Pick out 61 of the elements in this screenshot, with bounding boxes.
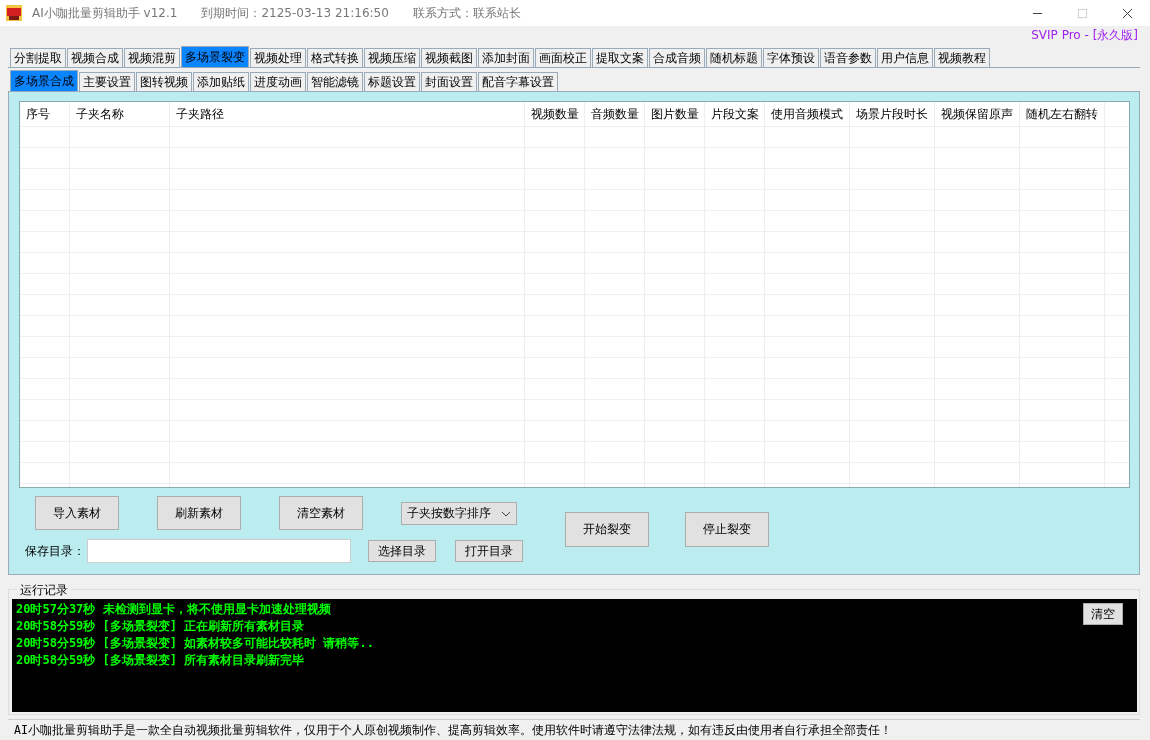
tab[interactable]: 提取文案 [592,48,648,67]
column-header[interactable]: 序号 [20,102,70,126]
status-bar: AI小咖批量剪辑助手是一款全自动视频批量剪辑软件，仅用于个人原创视频制作、提高剪辑效率。使用软件时请遵守法律法规，如有违反由使用者自行承担全部责任！ [8,719,1140,740]
material-button[interactable]: 导入素材 [35,496,119,530]
license-label: SVIP Pro - [永久版] [1031,27,1138,44]
tab[interactable]: 视频混剪 [124,48,180,67]
column-header[interactable]: 场景片段时长 [850,102,935,126]
material-button[interactable]: 刷新素材 [157,496,241,530]
column-header[interactable]: 子夹名称 [70,102,170,126]
column-header[interactable]: 视频保留原声 [935,102,1020,126]
tab[interactable]: 合成音频 [649,48,705,67]
column-header[interactable]: 视频数量 [525,102,585,126]
subtab[interactable]: 配音字幕设置 [478,72,558,91]
tab[interactable]: 随机标题 [706,48,762,67]
column-header[interactable]: 子夹路径 [170,102,525,126]
subtab[interactable]: 多场景合成 [10,70,78,91]
action-button[interactable]: 停止裂变 [685,512,769,547]
subtab[interactable]: 添加贴纸 [193,72,249,91]
column-header[interactable]: 片段文案 [705,102,765,126]
log-line: 20时58分59秒 [多场景裂变] 所有素材目录刷新完毕 [16,652,305,669]
log-line: 20时58分59秒 [多场景裂变] 正在刷新所有素材目录 [16,618,305,635]
tab[interactable]: 多场景裂变 [181,46,249,67]
directory-button[interactable]: 打开目录 [455,540,523,562]
subtab[interactable]: 进度动画 [250,72,306,91]
log-line: 20时58分59秒 [多场景裂变] 如素材较多可能比较耗时 请稍等.. [16,635,374,652]
subtab[interactable]: 标题设置 [364,72,420,91]
column-header[interactable]: 图片数量 [645,102,705,126]
save-dir-label: 保存目录： [25,542,86,560]
tab[interactable]: 分割提取 [10,48,66,67]
tab[interactable]: 语音参数 [820,48,876,67]
subtab[interactable]: 封面设置 [421,72,477,91]
tab[interactable]: 视频处理 [250,48,306,67]
tab[interactable]: 格式转换 [307,48,363,67]
tab[interactable]: 画面校正 [535,48,591,67]
tab[interactable]: 字体预设 [763,48,819,67]
app-logo-icon [6,5,22,21]
subtab[interactable]: 图转视频 [136,72,192,91]
tab[interactable]: 视频截图 [421,48,477,67]
tab[interactable]: 视频合成 [67,48,123,67]
window-title: AI小咖批量剪辑助手 v12.1 [32,4,178,22]
contact-info: 联系方式：联系站长 [412,4,521,22]
tab[interactable]: 视频教程 [934,48,990,67]
tab[interactable]: 视频压缩 [364,48,420,67]
action-button[interactable]: 开始裂变 [565,512,649,547]
column-header[interactable]: 随机左右翻转 [1020,102,1105,126]
expiry-time: 到期时间：2125-03-13 21:16:50 [201,4,389,22]
close-icon[interactable] [1122,7,1133,19]
clear-button[interactable]: 清空 [1083,603,1123,625]
sort-dropdown[interactable]: 子夹按数字排序 [401,502,517,525]
save-dir-field[interactable] [87,539,351,563]
tab[interactable]: 添加封面 [478,48,534,67]
log-group-title: 运行记录 [17,582,71,599]
column-header[interactable]: 使用音频模式 [765,102,850,126]
material-button[interactable]: 清空素材 [279,496,363,530]
caret-icon [501,510,511,517]
directory-button[interactable]: 选择目录 [368,540,436,562]
column-header[interactable]: 音频数量 [585,102,645,126]
log-line: 20时57分37秒 未检测到显卡，将不使用显卡加速处理视频 [16,601,331,618]
tab[interactable]: 用户信息 [877,48,933,67]
subtab[interactable]: 智能滤镜 [307,72,363,91]
subtab[interactable]: 主要设置 [79,72,135,91]
